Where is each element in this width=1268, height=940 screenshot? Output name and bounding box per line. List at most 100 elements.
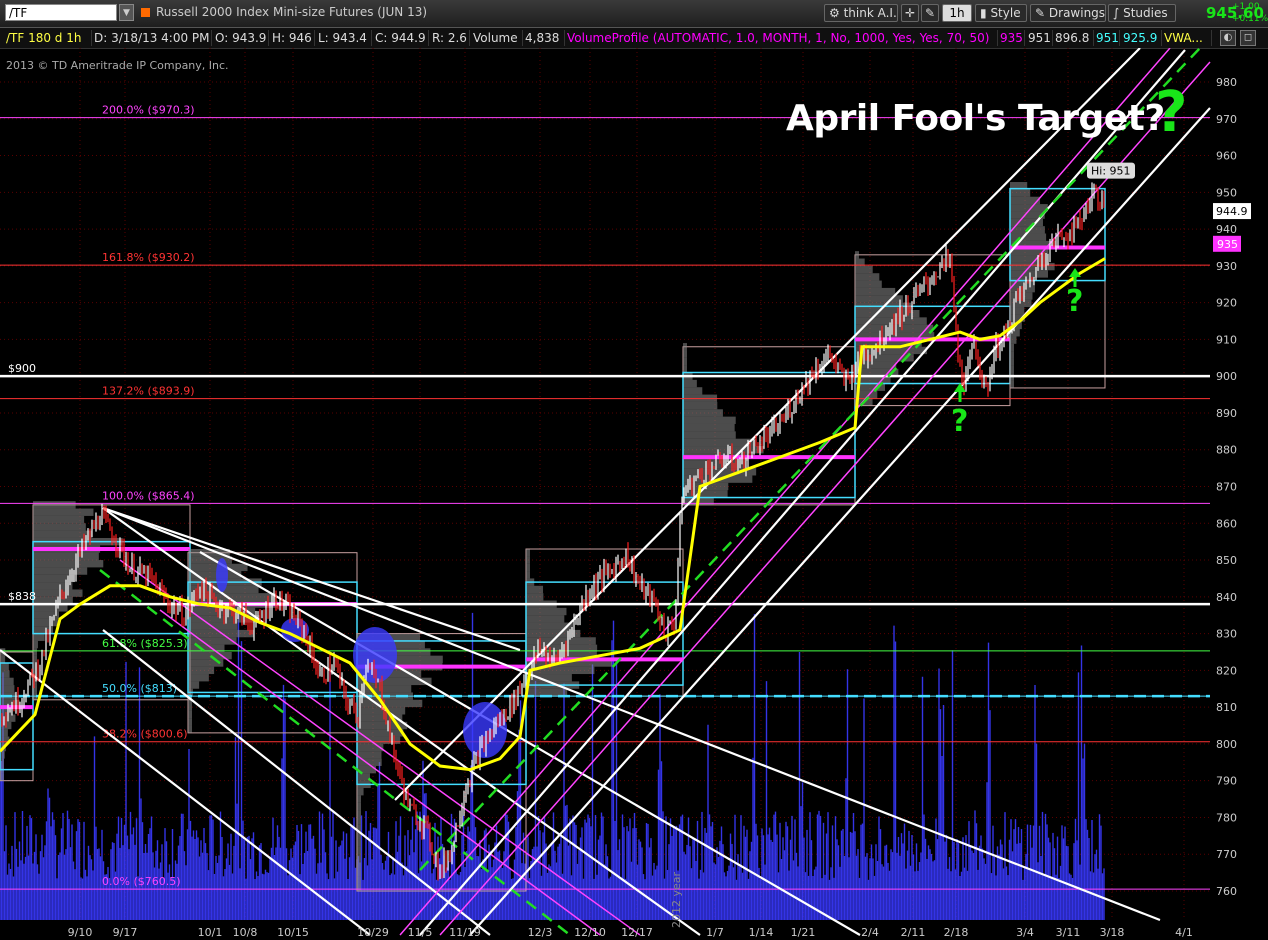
pencil-icon: ✎ [1035, 6, 1046, 20]
profile-histogram-bar [33, 567, 88, 575]
profile-histogram-bar [683, 401, 718, 410]
profile-histogram-bar [683, 438, 756, 447]
profile-histogram-bar [357, 810, 361, 818]
annotation-question-large: ? [1155, 80, 1188, 145]
instrument-color-icon [141, 8, 150, 17]
bar-close: C: 944.9 [372, 30, 429, 46]
profile-histogram-bar [526, 637, 596, 645]
profile-histogram-bar [683, 343, 687, 351]
profile-histogram-bar [0, 685, 15, 693]
profile-histogram-bar [188, 710, 192, 719]
price-tick-label: 840 [1216, 591, 1237, 604]
profile-histogram-bar [683, 490, 728, 498]
profile-histogram-bar [188, 681, 200, 689]
last-price-tag: 944.9 [1213, 203, 1251, 220]
drawings-button[interactable]: ✎ Drawings [1030, 4, 1106, 22]
volume-profile-study[interactable]: VolumeProfile (AUTOMATIC, 1.0, MONTH, 1,… [564, 30, 998, 46]
instrument-title: Russell 2000 Index Mini-size Futures (JU… [156, 5, 428, 19]
volume-value: 4,838 [522, 30, 565, 46]
profile-histogram-bar [526, 585, 544, 594]
profile-histogram-bar [0, 729, 8, 737]
profile-histogram-bar [1010, 380, 1014, 388]
copyright-text: 2013 © TD Ameritrade IP Company, Inc. [6, 59, 229, 72]
profile-histogram-bar [357, 868, 361, 877]
vp-va-low-value: 925.9 [1120, 30, 1162, 46]
profile-histogram-bar [855, 265, 873, 274]
trend-line-green-dashed [419, 48, 1201, 871]
level-label: $900 [8, 362, 36, 375]
vwap-study[interactable]: VWA... [1161, 30, 1212, 46]
time-tick-label: 1/7 [706, 926, 724, 939]
price-tick-label: 760 [1216, 885, 1237, 898]
profile-histogram-bar [526, 615, 565, 623]
profile-histogram-bar [526, 556, 530, 564]
time-tick-label: 3/11 [1056, 926, 1081, 939]
trend-line-white [394, 48, 1141, 801]
timeframe-button[interactable]: 1h [942, 4, 972, 22]
change-percent: +0.11% [1232, 14, 1268, 24]
style-icon: ▮ [980, 6, 987, 20]
symbol-input[interactable]: /TF [5, 4, 117, 21]
studies-button[interactable]: ∫ Studies [1108, 4, 1176, 22]
profile-histogram-bar [1010, 255, 1049, 263]
profile-histogram-bar [1010, 307, 1025, 315]
time-tick-label: 12/10 [574, 926, 606, 939]
highlight-oval [463, 702, 507, 758]
profile-histogram-bar [33, 523, 86, 531]
price-tick-label: 960 [1216, 150, 1237, 163]
price-tick-label: 910 [1216, 333, 1237, 346]
price-tick-label: 860 [1216, 517, 1237, 530]
profile-histogram-bar [188, 703, 192, 711]
symbol-dropdown-button[interactable]: ▼ [119, 4, 134, 21]
chart-settings-button[interactable]: ◐ [1220, 30, 1236, 46]
fib-label: 200.0% ($970.3) [102, 104, 195, 117]
profile-histogram-bar [33, 611, 60, 619]
profile-histogram-bar [33, 648, 37, 656]
time-tick-label: 2/4 [861, 926, 879, 939]
time-tick-label: 10/15 [277, 926, 309, 939]
time-tick-label: 2/11 [901, 926, 926, 939]
settings-button[interactable]: ✎ [921, 4, 939, 22]
profile-histogram-bar [855, 251, 859, 259]
style-label: Style [990, 6, 1021, 20]
price-tick-label: 780 [1216, 811, 1237, 824]
price-tick-label: 940 [1216, 223, 1237, 236]
think-ai-button[interactable]: ⚙ think A.I. [824, 4, 898, 22]
style-button[interactable]: ▮ Style [975, 4, 1027, 22]
price-tick-label: 810 [1216, 701, 1237, 714]
profile-histogram-bar [357, 685, 412, 693]
fib-label: 161.8% ($930.2) [102, 251, 195, 264]
profile-histogram-bar [1010, 365, 1014, 374]
profile-histogram-bar [683, 409, 723, 417]
bar-high: H: 946 [269, 30, 315, 46]
profile-histogram-bar [33, 655, 37, 664]
price-tick-label: 980 [1216, 76, 1237, 89]
studies-label: Studies [1123, 6, 1168, 20]
profile-histogram-bar [855, 280, 882, 288]
profile-histogram-bar [683, 379, 697, 388]
profile-histogram-bar [855, 273, 880, 281]
profile-histogram-bar [357, 788, 364, 796]
gear-icon: ⚙ [829, 6, 840, 20]
draw-tool-button[interactable]: ✛ [901, 4, 919, 22]
profile-histogram-bar [33, 560, 104, 568]
profile-histogram-bar [1010, 189, 1031, 197]
profile-histogram-bar [33, 508, 94, 516]
crosshair-icon: ✛ [904, 6, 916, 20]
profile-histogram-bar [357, 854, 361, 862]
time-tick-label: 3/18 [1100, 926, 1125, 939]
profile-histogram-bar [357, 795, 361, 803]
profile-histogram-bar [683, 431, 736, 439]
profile-histogram-bar [33, 640, 38, 649]
poc-tag: 935 [1213, 235, 1241, 252]
maximize-button[interactable]: ◻ [1240, 30, 1256, 46]
price-tick-label: 820 [1216, 664, 1237, 677]
price-tick-label: 920 [1216, 297, 1237, 310]
fib-label: 50.0% ($813) [102, 682, 177, 695]
chart-descriptor: /TF 180 d 1h [3, 30, 92, 46]
annotation-question-feb: ? [951, 404, 969, 439]
profile-histogram-bar [0, 670, 10, 678]
profile-histogram-bar [357, 817, 361, 825]
price-tick-label: 890 [1216, 407, 1237, 420]
price-chart[interactable]: 200.0% ($970.3) 161.8% ($930.2) 137.2% ($8… [0, 48, 1268, 940]
